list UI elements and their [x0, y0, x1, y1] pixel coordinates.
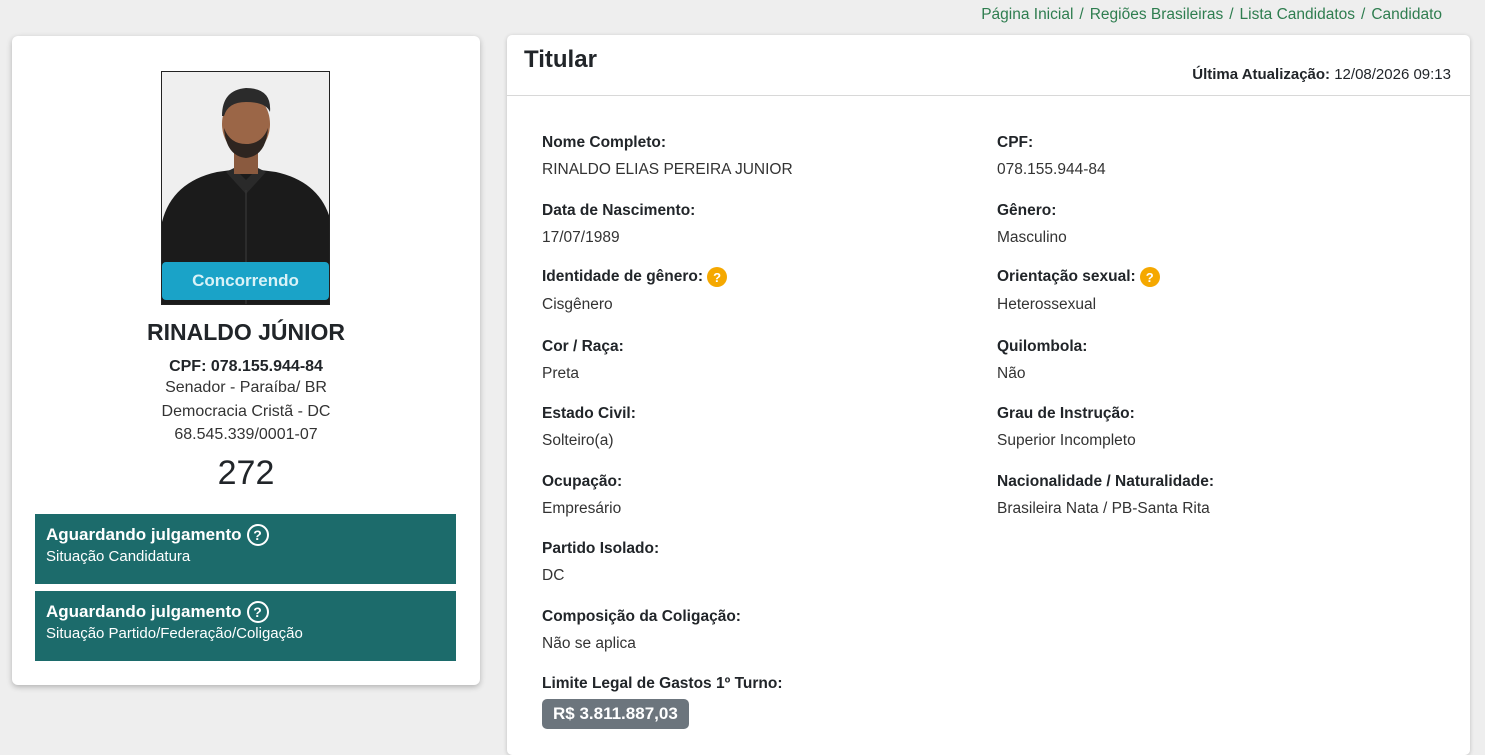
- field-nationality: Nacionalidade / Naturalidade: Brasileira…: [997, 473, 1214, 518]
- question-badge-icon[interactable]: ?: [707, 267, 728, 287]
- candidacy-status-title: Aguardando julgamento: [46, 525, 242, 544]
- field-label: Estado Civil:: [542, 405, 636, 422]
- candidate-office: Senador - Paraíba/ BR: [165, 379, 327, 396]
- field-full-name: Nome Completo: RINALDO ELIAS PEREIRA JUN…: [542, 134, 793, 179]
- field-isolated-party: Partido Isolado: DC: [542, 540, 659, 585]
- field-value: 17/07/1989: [542, 229, 620, 246]
- party-status-box: Aguardando julgamento ? Situação Partido…: [35, 591, 456, 661]
- field-spending-limit: Limite Legal de Gastos 1º Turno: R$ 3.81…: [542, 675, 783, 729]
- breadcrumb-candidates-list[interactable]: Lista Candidatos: [1240, 6, 1355, 24]
- field-value: Não se aplica: [542, 635, 636, 652]
- field-label: Partido Isolado:: [542, 540, 660, 557]
- details-header: Titular Última Atualização: 12/08/2026 0…: [507, 35, 1470, 96]
- question-badge-icon[interactable]: ?: [1139, 267, 1160, 287]
- candidacy-status-subtitle: Situação Candidatura: [46, 548, 191, 565]
- field-value: 078.155.944-84: [997, 161, 1106, 178]
- field-label: Nome Completo:: [542, 134, 666, 151]
- field-label: Orientação sexual:: [997, 268, 1136, 285]
- candidacy-status-box: Aguardando julgamento ? Situação Candida…: [35, 514, 456, 584]
- field-label: CPF:: [997, 134, 1034, 151]
- candidacy-status-ribbon: Concorrendo: [162, 262, 329, 300]
- breadcrumb-separator: /: [1361, 6, 1366, 23]
- field-coalition-composition: Composição da Coligação: Não se aplica: [542, 608, 741, 653]
- breadcrumb: Página Inicial / Regiões Brasileiras / L…: [981, 6, 1442, 24]
- field-gender: Gênero: Masculino: [997, 202, 1067, 247]
- help-circle-icon[interactable]: ?: [246, 524, 269, 546]
- field-value: RINALDO ELIAS PEREIRA JUNIOR: [542, 161, 793, 178]
- field-race: Cor / Raça: Preta: [542, 338, 624, 383]
- spending-limit-badge: R$ 3.811.887,03: [542, 699, 689, 729]
- candidate-number: 272: [217, 454, 275, 492]
- field-label: Composição da Coligação:: [542, 608, 741, 625]
- field-education: Grau de Instrução: Superior Incompleto: [997, 405, 1136, 450]
- candidate-name: RINALDO JÚNIOR: [146, 319, 346, 345]
- candidate-cpf: CPF: 078.155.944-84: [169, 358, 323, 375]
- breadcrumb-separator: /: [1079, 6, 1084, 23]
- field-label: Cor / Raça:: [542, 338, 624, 355]
- breadcrumb-home[interactable]: Página Inicial: [981, 6, 1073, 24]
- field-value: DC: [542, 567, 565, 584]
- party-status-subtitle: Situação Partido/Federação/Coligação: [46, 625, 303, 642]
- field-label: Identidade de gênero:: [542, 268, 704, 285]
- last-updated-value: 12/08/2026 09:13: [1334, 66, 1451, 83]
- field-label: Nacionalidade / Naturalidade:: [997, 473, 1215, 490]
- field-birth-date: Data de Nascimento: 17/07/1989: [542, 202, 695, 247]
- field-gender-identity: Identidade de gênero: ? Cisgênero: [542, 267, 728, 314]
- last-updated: Última Atualização: 12/08/2026 09:13: [1192, 66, 1451, 83]
- field-label: Limite Legal de Gastos 1º Turno:: [542, 675, 783, 692]
- details-card: Titular Última Atualização: 12/08/2026 0…: [507, 35, 1470, 755]
- field-value: Cisgênero: [542, 296, 613, 313]
- field-value: Superior Incompleto: [997, 432, 1136, 449]
- candidate-cnpj: 68.545.339/0001-07: [174, 426, 318, 443]
- field-quilombola: Quilombola: Não: [997, 338, 1087, 383]
- field-marital-status: Estado Civil: Solteiro(a): [542, 405, 636, 450]
- details-title: Titular: [524, 46, 597, 73]
- last-updated-label: Última Atualização:: [1192, 66, 1331, 83]
- field-value: Preta: [542, 365, 580, 382]
- breadcrumb-separator: /: [1229, 6, 1234, 23]
- candidate-card: Concorrendo RINALDO JÚNIOR CPF: 078.155.…: [12, 36, 480, 685]
- field-occupation: Ocupação: Empresário: [542, 473, 622, 518]
- field-value: Brasileira Nata / PB-Santa Rita: [997, 500, 1210, 517]
- field-label: Grau de Instrução:: [997, 405, 1135, 422]
- field-value: Masculino: [997, 229, 1067, 246]
- breadcrumb-regions[interactable]: Regiões Brasileiras: [1090, 6, 1224, 24]
- field-value: Solteiro(a): [542, 432, 614, 449]
- help-circle-icon[interactable]: ?: [246, 601, 269, 623]
- field-value: Não: [997, 365, 1026, 382]
- field-label: Ocupação:: [542, 473, 623, 490]
- field-label: Data de Nascimento:: [542, 202, 696, 219]
- field-label: Gênero:: [997, 202, 1057, 219]
- field-label: Quilombola:: [997, 338, 1088, 355]
- candidate-photo: Concorrendo: [161, 71, 330, 305]
- breadcrumb-current: Candidato: [1371, 6, 1442, 23]
- candidate-party: Democracia Cristã - DC: [161, 403, 331, 420]
- field-value: Heterossexual: [997, 296, 1097, 313]
- field-sexual-orientation: Orientação sexual: ? Heterossexual: [997, 267, 1160, 314]
- field-value: Empresário: [542, 500, 622, 517]
- field-cpf: CPF: 078.155.944-84: [997, 134, 1106, 179]
- party-status-title: Aguardando julgamento: [46, 602, 242, 621]
